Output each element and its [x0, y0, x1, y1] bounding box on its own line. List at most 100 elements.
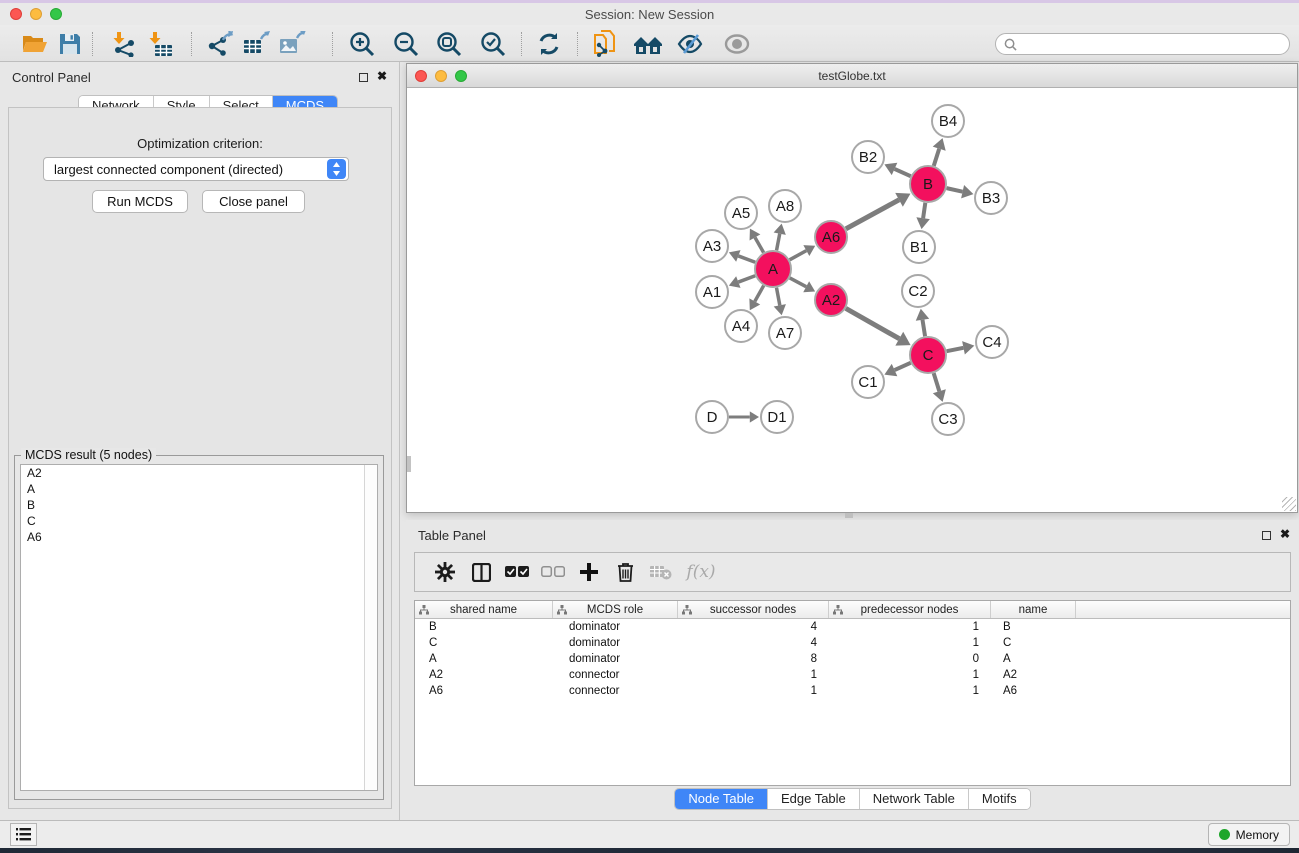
graph-edge[interactable]	[923, 203, 925, 218]
graph-edge[interactable]	[846, 308, 900, 338]
list-item[interactable]: A6	[21, 529, 377, 545]
graph-edge[interactable]	[922, 320, 925, 336]
optimization-criterion-select[interactable]: largest connected component (directed)	[43, 157, 349, 181]
import-table-button[interactable]	[143, 29, 177, 59]
graph-node-label: B1	[910, 239, 928, 256]
graph-edge[interactable]	[790, 278, 806, 287]
graph-edge[interactable]	[777, 234, 780, 251]
table-toolbar: f(x)	[414, 552, 1291, 592]
run-mcds-button[interactable]: Run MCDS	[92, 190, 188, 213]
home-button[interactable]	[631, 29, 665, 59]
graph-edge[interactable]	[790, 251, 807, 260]
export-image-button[interactable]	[275, 29, 309, 59]
network-canvas[interactable]: AA1A2A3A4A5A6A7A8BB1B2B3B4CC1C2C3C4DD1	[407, 88, 1297, 512]
refresh-button[interactable]	[532, 29, 566, 59]
import-network-button[interactable]	[107, 29, 141, 59]
add-column-button[interactable]	[571, 557, 607, 587]
graph-edge[interactable]	[947, 188, 963, 192]
delete-column-button[interactable]	[607, 557, 643, 587]
select-all-button[interactable]	[499, 557, 535, 587]
graph-edge[interactable]	[777, 288, 780, 306]
graph-edge[interactable]	[934, 149, 939, 166]
zoom-selected-button[interactable]	[476, 29, 510, 59]
clone-network-button[interactable]	[589, 29, 623, 59]
column-header-shared-name[interactable]: shared name	[415, 601, 553, 618]
tab-network-table[interactable]: Network Table	[860, 789, 969, 809]
zoom-in-button[interactable]	[345, 29, 379, 59]
column-header-predecessor-nodes[interactable]: predecessor nodes	[829, 601, 991, 618]
mcds-result-title: MCDS result (5 nodes)	[21, 448, 156, 462]
zoom-fit-button[interactable]	[432, 29, 466, 59]
table-row[interactable]: Cdominator41C	[415, 635, 1290, 651]
table-cell: A	[991, 651, 1076, 667]
tab-edge-table[interactable]: Edge Table	[768, 789, 860, 809]
table-row[interactable]: Bdominator41B	[415, 619, 1290, 635]
graph-edge[interactable]	[895, 363, 911, 370]
column-header-label: MCDS role	[587, 604, 643, 616]
list-item[interactable]: C	[21, 513, 377, 529]
table-row[interactable]: Adominator80A	[415, 651, 1290, 667]
memory-button[interactable]: Memory	[1208, 823, 1290, 846]
function-builder-button[interactable]: f(x)	[679, 557, 723, 587]
splitter-handle[interactable]	[845, 513, 853, 518]
mcds-result-list: A2 A B C A6	[20, 464, 378, 791]
graph-edge[interactable]	[755, 286, 764, 302]
graph-edge[interactable]	[738, 276, 755, 282]
table-cell	[1076, 635, 1290, 651]
graph-edge[interactable]	[738, 256, 755, 262]
search-field[interactable]	[995, 33, 1290, 55]
column-header-name[interactable]: name	[991, 601, 1076, 618]
table-row[interactable]: A2connector11A2	[415, 667, 1290, 683]
list-item[interactable]: A2	[21, 465, 377, 481]
graph-node-label: C4	[982, 334, 1001, 351]
eye-slash-icon	[677, 32, 705, 56]
hide-panels-button[interactable]	[674, 29, 708, 59]
float-panel-icon[interactable]	[1262, 531, 1271, 540]
table-cell: B	[415, 619, 553, 635]
list-item[interactable]: A	[21, 481, 377, 497]
save-session-button[interactable]	[53, 29, 87, 59]
task-history-button[interactable]	[10, 823, 37, 846]
tab-node-table[interactable]: Node Table	[675, 789, 768, 809]
zoom-out-button[interactable]	[389, 29, 423, 59]
list-item[interactable]: B	[21, 497, 377, 513]
unselect-all-button[interactable]	[535, 557, 571, 587]
export-table-button[interactable]	[239, 29, 273, 59]
list-scrollbar[interactable]	[364, 465, 377, 790]
column-header-successor-nodes[interactable]: successor nodes	[678, 601, 829, 618]
graph-edge[interactable]	[846, 200, 899, 229]
delete-table-button[interactable]	[643, 557, 679, 587]
main-toolbar	[0, 25, 1299, 62]
graph-edge-arrowhead	[774, 224, 786, 235]
graph-edge[interactable]	[755, 237, 764, 252]
table-body: Bdominator41BCdominator41CAdominator80AA…	[415, 619, 1290, 699]
close-panel-icon[interactable]: ✖	[1280, 527, 1290, 541]
graph-edge[interactable]	[947, 348, 964, 351]
graph-edge[interactable]	[895, 169, 911, 176]
open-folder-icon	[22, 32, 48, 56]
graph-edge[interactable]	[934, 373, 940, 391]
table-cell: 4	[678, 619, 829, 635]
canvas-scroll-mark	[407, 456, 411, 472]
tab-motifs[interactable]: Motifs	[969, 789, 1030, 809]
table-cell: 8	[678, 651, 829, 667]
close-panel-button[interactable]: Close panel	[202, 190, 305, 213]
search-input[interactable]	[1021, 37, 1289, 51]
export-network-button[interactable]	[203, 29, 237, 59]
table-settings-button[interactable]	[427, 557, 463, 587]
float-panel-icon[interactable]	[359, 73, 368, 82]
search-icon	[1004, 38, 1017, 51]
table-row[interactable]: A6connector11A6	[415, 683, 1290, 699]
table-cell: 0	[829, 651, 991, 667]
attribute-fork-icon	[833, 605, 843, 615]
attribute-fork-icon	[419, 605, 429, 615]
open-session-button[interactable]	[18, 29, 52, 59]
show-panels-button[interactable]	[720, 29, 754, 59]
column-header-mcds-role[interactable]: MCDS role	[553, 601, 678, 618]
close-panel-icon[interactable]: ✖	[377, 69, 387, 83]
window-resize-grip[interactable]	[1282, 497, 1296, 511]
show-columns-button[interactable]	[463, 557, 499, 587]
graph-node-label: C2	[908, 283, 927, 300]
table-cell	[1076, 683, 1290, 699]
table-panel-tabs: Node Table Edge Table Network Table Moti…	[674, 788, 1030, 810]
